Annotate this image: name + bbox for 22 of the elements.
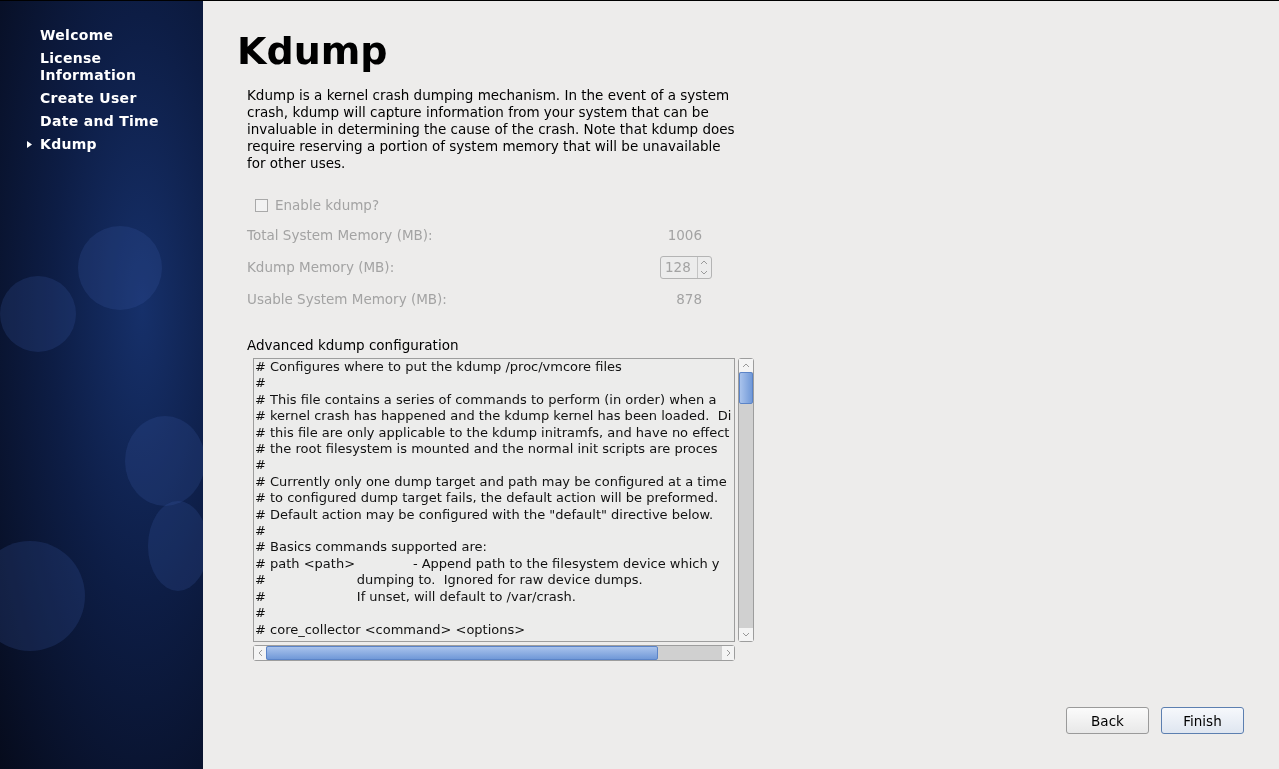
page-title: Kdump — [237, 29, 389, 73]
config-text-area[interactable]: # Configures where to put the kdump /proc/vmcore files # # This file contains a series of commands to perform (in order) when a # kernel crash has happened and the kdump kernel has been loaded. Di # this file are only applicable to the kdump initramfs, and have no effect # the root filesystem is mounted and the normal init scripts are proces # # Currently only one dump target and path may be configured at a time # to configured dump target fails, the default action will be preformed. # Default action may be configured with the "default" directive below. # # Basics commands supported are: # path <path> - Append path to the filesystem device which y # dumping to. Ignored for raw device dumps. # If unset, will default to /var/crash. # # core_collector <command> <options> — [253, 358, 735, 642]
memory-label: Kdump Memory (MB): — [247, 259, 395, 275]
memory-value: 878 — [676, 291, 702, 307]
horizontal-scrollbar[interactable] — [253, 645, 735, 661]
sidebar-item[interactable]: Date and Time — [40, 113, 159, 130]
sidebar-item[interactable]: Kdump — [27, 136, 97, 153]
sidebar-item[interactable]: Create User — [40, 90, 137, 107]
sidebar-item[interactable]: Welcome — [40, 27, 114, 44]
vertical-scrollbar[interactable] — [738, 358, 754, 642]
scrollbar-thumb[interactable] — [266, 646, 658, 660]
wizard-button[interactable]: Finish — [1161, 707, 1244, 734]
checkbox-label: Enable kdump? — [275, 197, 380, 213]
description-text: Kdump is a kernel crash dumping mechanism. In the event of a system crash, kdump will capture information from your system that can be invaluable in determining the cause of the crash. Note that kdump does require reserving a portion of system memory that will be unavailable for other uses. — [247, 87, 736, 172]
arrow-icon — [27, 141, 32, 148]
memory-value: 1006 — [667, 227, 702, 243]
advanced-label: Advanced kdump configuration — [247, 337, 460, 353]
scrollbar-thumb[interactable] — [739, 372, 753, 404]
sidebar-item[interactable]: License Information — [40, 50, 183, 84]
memory-label: Usable System Memory (MB): — [247, 291, 447, 307]
wizard-button[interactable]: Back — [1066, 707, 1149, 734]
memory-label: Total System Memory (MB): — [247, 227, 433, 243]
